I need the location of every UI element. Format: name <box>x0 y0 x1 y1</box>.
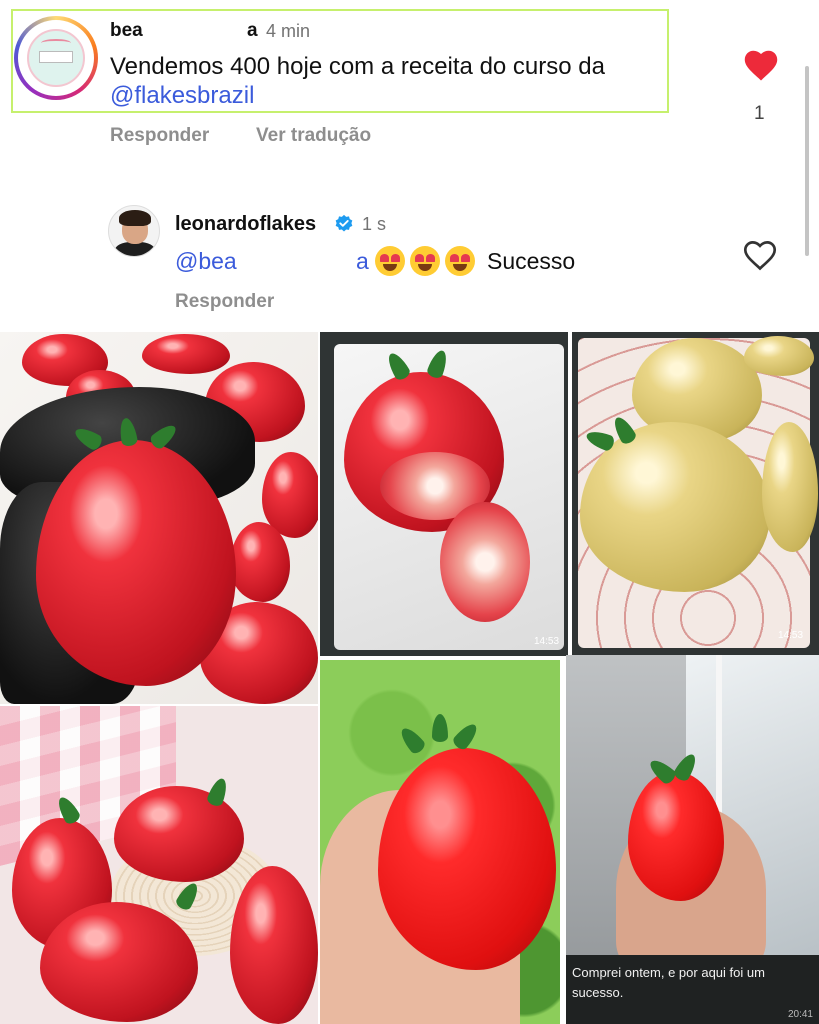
redacted-mention <box>245 246 355 276</box>
redacted-username <box>152 18 246 44</box>
heart-eyes-emoji-icon <box>375 246 405 276</box>
photo-yellow-strawberries[interactable]: 14:53 <box>572 332 819 656</box>
see-translation-button[interactable]: Ver tradução <box>256 125 371 147</box>
reply-button[interactable]: Responder <box>175 291 274 313</box>
reply-timestamp: 1 s <box>362 214 387 234</box>
avatar[interactable] <box>14 16 98 100</box>
like-heart-filled-icon[interactable] <box>742 48 780 82</box>
bakery-logo <box>27 29 85 87</box>
photo-strawberry-in-hand-garden[interactable] <box>320 660 560 1024</box>
strawberry-leaf <box>432 714 448 742</box>
caption-text: Comprei ontem, e por aqui foi um sucesso… <box>572 965 765 1000</box>
scrollbar[interactable] <box>805 66 809 256</box>
photo-cut-strawberry[interactable]: 14:53 <box>320 332 568 656</box>
photo-timestamp: 14:53 <box>778 630 804 641</box>
photo-glazed-strawberry-glove[interactable] <box>0 332 318 704</box>
strawberry <box>230 866 318 1024</box>
photo-caption: Comprei ontem, e por aqui foi um sucesso… <box>566 955 819 1024</box>
strawberry-slice <box>440 502 530 622</box>
caption-timestamp: 20:41 <box>787 1009 813 1020</box>
avatar-shirt <box>115 242 155 256</box>
logo-mark <box>41 39 71 47</box>
photo-timestamp: 14:53 <box>534 636 560 647</box>
reply-mention-tail[interactable]: a <box>356 248 369 275</box>
comment-body: Vendemos 400 hoje com a receita do curso… <box>110 53 605 80</box>
strawberry-yellow <box>744 336 814 376</box>
photo-strawberries-on-board[interactable] <box>0 706 318 1024</box>
comment-timestamp: 4 min <box>266 21 311 41</box>
strawberry <box>114 786 244 882</box>
avatar-hair <box>119 210 151 226</box>
avatar-inner <box>18 20 94 96</box>
comment-text: Vendemos 400 hoje com a receita do curso… <box>110 52 670 110</box>
strawberry-leaf <box>396 724 428 756</box>
comment-username[interactable]: bea <box>110 20 143 42</box>
like-count: 1 <box>754 103 765 124</box>
heart-eyes-emoji-icon <box>445 246 475 276</box>
verified-badge-icon <box>335 214 353 232</box>
like-heart-outline-icon[interactable] <box>742 238 778 272</box>
reply-text: Sucesso <box>487 248 576 274</box>
strawberry <box>142 334 230 374</box>
logo-plate <box>39 51 73 63</box>
reply-avatar[interactable] <box>108 205 160 257</box>
strawberry <box>378 748 556 970</box>
comment-username-tail[interactable]: a <box>247 20 258 42</box>
photo-strawberry-by-window[interactable]: Comprei ontem, e por aqui foi um sucesso… <box>566 655 819 1024</box>
reply-mention-link[interactable]: @bea <box>175 248 237 275</box>
reply-button[interactable]: Responder <box>110 125 209 147</box>
strawberry-leaf <box>450 720 482 752</box>
reply-username[interactable]: leonardoflakes <box>175 213 316 236</box>
mention-link[interactable]: @flakesbrazil <box>110 82 254 109</box>
emoji-group <box>375 246 475 276</box>
heart-eyes-emoji-icon <box>410 246 440 276</box>
